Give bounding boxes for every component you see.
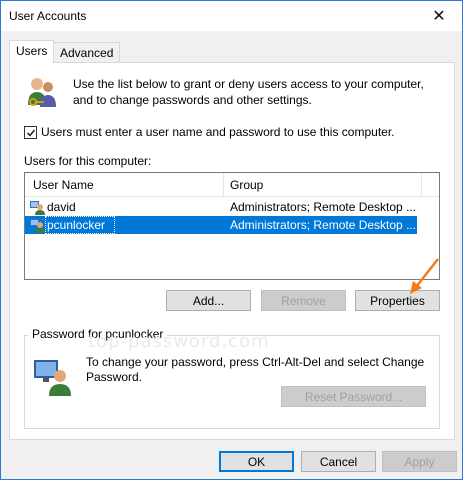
column-header-group[interactable]: Group bbox=[230, 178, 263, 192]
user-group: Administrators; Remote Desktop ... bbox=[230, 200, 417, 214]
user-computer-icon bbox=[34, 360, 71, 396]
users-keys-icon bbox=[28, 78, 56, 107]
checkmark-icon bbox=[26, 129, 35, 137]
user-accounts-window: User Accounts ✕ Users Advanced Use the l… bbox=[0, 0, 463, 480]
users-listview[interactable]: User Name Group david Administrators; Re… bbox=[24, 172, 440, 280]
tab-advanced[interactable]: Advanced bbox=[53, 42, 121, 63]
window-title: User Accounts bbox=[9, 9, 87, 23]
require-login-label[interactable]: Users must enter a user name and passwor… bbox=[41, 125, 395, 139]
close-icon: ✕ bbox=[432, 8, 446, 25]
user-group: Administrators; Remote Desktop ... bbox=[230, 218, 417, 232]
reset-password-button[interactable]: Reset Password... bbox=[281, 386, 426, 407]
title-bar: User Accounts ✕ bbox=[1, 1, 462, 31]
remove-user-button[interactable]: Remove bbox=[261, 290, 346, 311]
tab-users[interactable]: Users bbox=[9, 40, 55, 63]
column-header-user-name[interactable]: User Name bbox=[33, 178, 94, 192]
require-login-checkbox[interactable] bbox=[24, 126, 37, 139]
password-group-title: Password for pcunlocker bbox=[28, 327, 168, 341]
close-button[interactable]: ✕ bbox=[416, 1, 462, 31]
apply-button[interactable]: Apply bbox=[382, 451, 457, 472]
arrow-annotation-icon bbox=[410, 258, 439, 294]
column-divider[interactable] bbox=[421, 173, 422, 196]
table-row-pcunlocker[interactable]: pcunlocker Administrators; Remote Deskto… bbox=[25, 216, 417, 234]
user-icon bbox=[30, 219, 45, 233]
password-instructions: To change your password, press Ctrl-Alt-… bbox=[86, 355, 425, 384]
users-tab-panel: Use the list below to grant or deny user… bbox=[9, 62, 455, 440]
column-divider[interactable] bbox=[223, 173, 224, 196]
add-user-button[interactable]: Add... bbox=[166, 290, 251, 311]
list-header: User Name Group bbox=[25, 173, 439, 197]
user-name: pcunlocker bbox=[47, 218, 106, 232]
user-name: david bbox=[47, 200, 76, 214]
user-icon bbox=[30, 201, 45, 215]
ok-button[interactable]: OK bbox=[219, 451, 294, 472]
table-row-david[interactable]: david Administrators; Remote Desktop ... bbox=[25, 198, 417, 216]
users-list-label: Users for this computer: bbox=[24, 154, 152, 168]
cancel-button[interactable]: Cancel bbox=[301, 451, 376, 472]
intro-text: Use the list below to grant or deny user… bbox=[73, 77, 424, 107]
